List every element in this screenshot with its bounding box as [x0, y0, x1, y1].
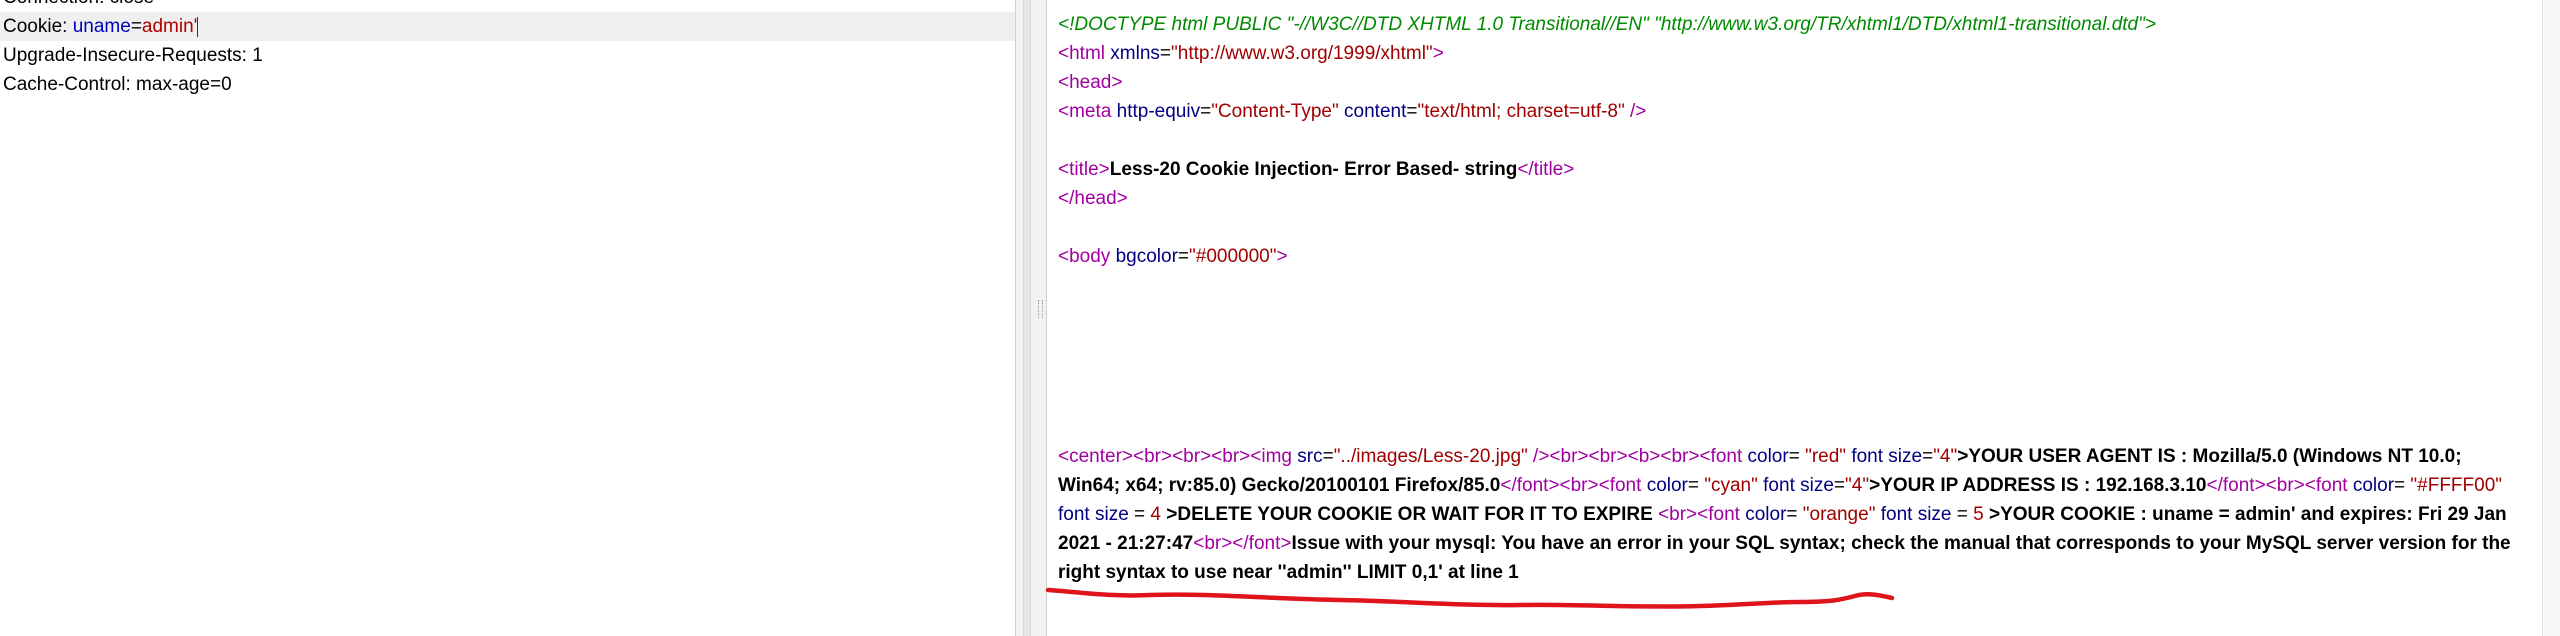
img-src-value: "../images/Less-20.jpg"	[1333, 446, 1528, 467]
text-caret	[197, 16, 199, 37]
cookie-header-key: Cookie:	[3, 16, 68, 37]
request-editor[interactable]: Connection: close Cookie: uname=admin' U…	[0, 0, 1015, 636]
head-open-line: <head>	[1058, 72, 1123, 93]
font3-color-value: "#FFFF00"	[2410, 475, 2503, 496]
font2-close: </font><br><font	[2206, 475, 2353, 496]
center-markup-2: /><br><br><b><br><font	[1527, 446, 1748, 467]
html-tag: <html	[1058, 43, 1105, 64]
splitter-grip-icon[interactable]	[1038, 300, 1043, 318]
request-line-cookie[interactable]: Cookie: uname=admin'	[0, 12, 1015, 41]
html-line: <html xmlns="http://www.w3.org/1999/xhtm…	[1058, 43, 1444, 64]
response-body-block: <center><br><br><br><img src="../images/…	[1058, 446, 2511, 583]
meta-http-equiv-value: "Content-Type"	[1211, 101, 1339, 122]
body-bgcolor-attr: bgcolor	[1115, 246, 1178, 267]
cookie-value: admin'	[141, 16, 198, 37]
font1-size-attr: font size	[1851, 446, 1923, 467]
font4-color-value: "orange"	[1802, 504, 1876, 525]
title-open-tag: <title>	[1058, 159, 1110, 180]
img-src-attr: src	[1297, 446, 1323, 467]
meta-http-equiv-attr: http-equiv	[1116, 101, 1201, 122]
meta-close: />	[1630, 101, 1647, 122]
font3-color-attr: color	[2352, 475, 2395, 496]
cookie-equals: =	[130, 16, 142, 37]
meta-line: <meta http-equiv="Content-Type" content=…	[1058, 101, 1647, 122]
body-tag-end: >	[1276, 246, 1288, 267]
font4-size-value: 5	[1973, 504, 1984, 525]
html-xmlns-attr: xmlns	[1110, 43, 1160, 64]
font2-color-attr: color	[1646, 475, 1688, 496]
font3-size-attr: font size	[1058, 504, 1129, 525]
response-scrollbar[interactable]	[2542, 0, 2560, 636]
request-line-connection: Connection: close	[3, 0, 154, 12]
title-close-tag: </title>	[1517, 159, 1575, 180]
meta-tag: <meta	[1058, 101, 1112, 122]
head-close-line: </head>	[1058, 188, 1128, 209]
body-tag: <body	[1058, 246, 1111, 267]
font1-color-value: "red"	[1805, 446, 1847, 467]
br-font-markup: <br><font	[1658, 504, 1746, 525]
font1-size-value: "4"	[1933, 446, 1958, 467]
meta-content-value: "text/html; charset=utf-8"	[1417, 101, 1625, 122]
font2-color-value: "cyan"	[1704, 475, 1758, 496]
red-underline-annotation	[1045, 587, 1895, 609]
title-line: <title>Less-20 Cookie Injection- Error B…	[1058, 155, 1574, 184]
doctype-line: <!DOCTYPE html PUBLIC "-//W3C//DTD XHTML…	[1058, 14, 2156, 35]
html-xmlns-value: "http://www.w3.org/1999/xhtml"	[1171, 43, 1433, 64]
br-font-close-markup: <br></font>	[1193, 533, 1292, 554]
center-markup: <center><br><br><br><img	[1058, 446, 1298, 467]
font1-color-attr: color	[1747, 446, 1789, 467]
font2-size-attr: font size	[1763, 475, 1834, 496]
font4-size-attr: font size	[1880, 504, 1952, 525]
font2-size-value: "4"	[1845, 475, 1870, 496]
request-line-cache-control: Cache-Control: max-age=0	[3, 74, 232, 95]
font1-close: </font><br><font	[1500, 475, 1647, 496]
delete-cookie-text: >DELETE YOUR COOKIE OR WAIT FOR IT TO EX…	[1166, 504, 1659, 525]
cookie-name: uname	[72, 16, 131, 37]
font4-color-attr: color	[1745, 504, 1787, 525]
body-line: <body bgcolor="#000000">	[1058, 246, 1288, 267]
page-title-text: Less-20 Cookie Injection- Error Based- s…	[1109, 159, 1518, 180]
response-viewer[interactable]: <!DOCTYPE html PUBLIC "-//W3C//DTD XHTML…	[1047, 0, 2542, 636]
pane-splitter[interactable]	[1015, 0, 1047, 636]
body-bgcolor-value: "#000000"	[1189, 246, 1277, 267]
request-line-upgrade: Upgrade-Insecure-Requests: 1	[3, 45, 263, 66]
ip-address-text: >YOUR IP ADDRESS IS : 192.168.3.10	[1869, 475, 2207, 496]
meta-content-attr: content	[1344, 101, 1407, 122]
font3-size-value: 4	[1150, 504, 1161, 525]
splitter-track[interactable]	[1023, 0, 1031, 636]
